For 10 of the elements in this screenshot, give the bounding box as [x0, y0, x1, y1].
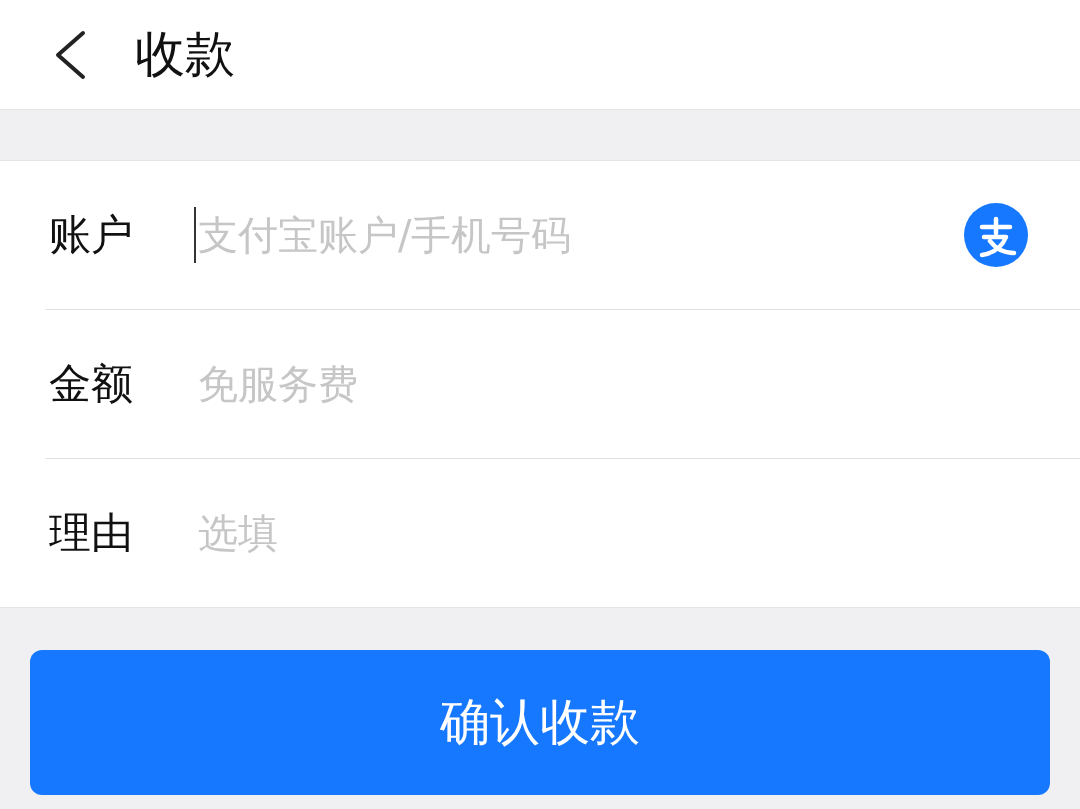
field-label: 理由: [48, 507, 134, 559]
input-field[interactable]: 免服务费: [194, 356, 1028, 412]
field-label: 账户: [48, 209, 134, 261]
page-title: 收款: [135, 24, 235, 85]
payment-logo-icon[interactable]: [964, 203, 1028, 267]
input-field[interactable]: 选填: [194, 505, 1028, 561]
field-label: 金额: [48, 358, 134, 410]
input-field[interactable]: 支付宝账户/手机号码: [194, 207, 964, 263]
back-icon[interactable]: [53, 29, 87, 80]
confirm-button[interactable]: 确认收款: [30, 650, 1050, 795]
